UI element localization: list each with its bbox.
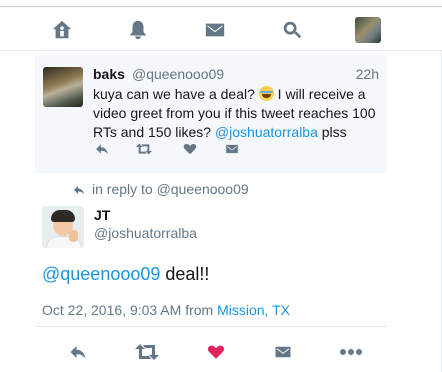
profile-avatar[interactable] bbox=[354, 16, 382, 44]
tweet-metadata: Oct 22, 2016, 9:03 AM from Mission, TX bbox=[42, 302, 290, 318]
main-avatar[interactable] bbox=[42, 206, 84, 248]
like-icon[interactable] bbox=[204, 341, 228, 363]
tears-of-joy-emoji-icon bbox=[258, 86, 274, 101]
parent-handle[interactable]: @queenooo09 bbox=[132, 66, 224, 82]
tweet-location-link[interactable]: Mission, TX bbox=[217, 302, 290, 318]
reply-icon[interactable] bbox=[66, 341, 90, 363]
divider bbox=[35, 326, 387, 327]
notifications-icon[interactable] bbox=[124, 16, 152, 44]
like-icon[interactable] bbox=[181, 140, 199, 158]
parent-tweet-text: kuya can we have a deal? I will receive … bbox=[93, 85, 383, 142]
search-icon[interactable] bbox=[278, 16, 306, 44]
home-icon[interactable] bbox=[48, 16, 76, 44]
parent-tweet[interactable]: baks @queenooo09 22h kuya can we have a … bbox=[35, 55, 387, 173]
parent-timestamp[interactable]: 22h bbox=[356, 66, 379, 82]
in-reply-to-link[interactable]: in reply to @queenooo09 bbox=[72, 181, 249, 197]
reply-icon[interactable] bbox=[93, 140, 111, 158]
tweet-timestamp[interactable]: Oct 22, 2016, 9:03 AM from bbox=[42, 302, 217, 318]
message-icon[interactable] bbox=[271, 341, 295, 363]
message-icon[interactable] bbox=[223, 140, 241, 158]
parent-avatar[interactable] bbox=[43, 67, 83, 107]
main-text-body: deal!! bbox=[160, 264, 210, 284]
main-tweet-text: @queenooo09 deal!! bbox=[42, 264, 209, 285]
main-handle[interactable]: @joshuatorralba bbox=[94, 225, 197, 241]
parent-text-part-1: kuya can we have a deal? bbox=[93, 86, 259, 102]
messages-icon[interactable] bbox=[201, 16, 229, 44]
parent-display-name[interactable]: baks bbox=[93, 66, 125, 82]
reply-arrow-icon bbox=[74, 186, 84, 195]
top-nav bbox=[0, 7, 442, 51]
main-display-name[interactable]: JT bbox=[94, 207, 110, 223]
in-reply-to-text: in reply to @queenooo09 bbox=[92, 181, 249, 197]
main-mention-link[interactable]: @queenooo09 bbox=[42, 264, 160, 284]
retweet-icon[interactable] bbox=[135, 140, 153, 158]
top-clipped-strip bbox=[0, 0, 442, 7]
parent-text-part-3: plss bbox=[317, 124, 347, 140]
retweet-icon[interactable] bbox=[135, 341, 159, 363]
profile-avatar-image bbox=[355, 17, 381, 43]
more-icon[interactable] bbox=[339, 341, 363, 363]
parent-mention-link[interactable]: @joshuatorralba bbox=[215, 124, 318, 140]
